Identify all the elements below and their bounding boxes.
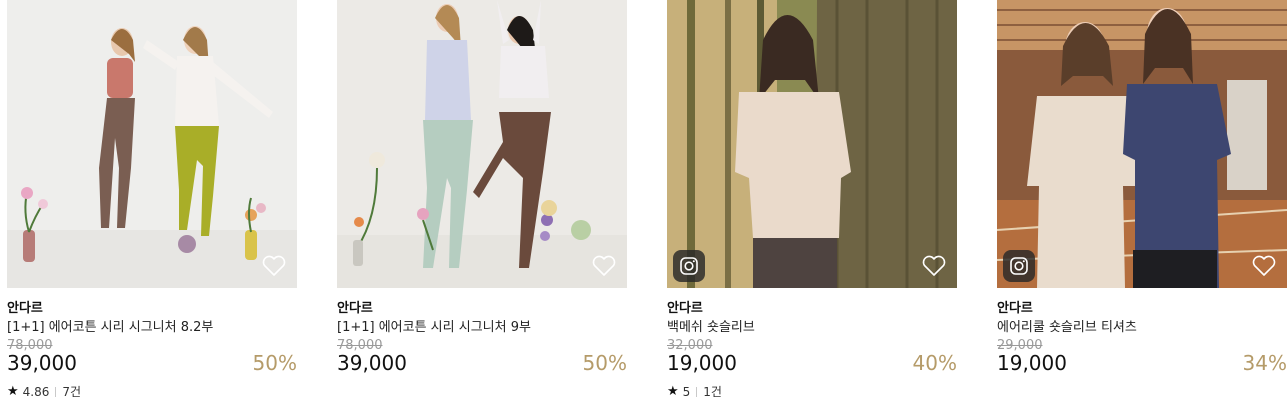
- favorite-heart-icon[interactable]: [591, 254, 617, 278]
- rating-value: 5: [682, 384, 691, 399]
- discount-rate: 50%: [252, 351, 297, 375]
- discount-rate: 50%: [582, 351, 627, 375]
- brand-name[interactable]: 안다르: [7, 297, 43, 316]
- instagram-icon[interactable]: [673, 250, 705, 282]
- product-image[interactable]: [337, 0, 627, 288]
- divider: [696, 386, 698, 397]
- product-image[interactable]: [997, 0, 1287, 288]
- product-card[interactable]: 안다르 에어리쿨 숏슬리브 티셔츠 29,000 19,000 34%: [997, 0, 1287, 408]
- favorite-heart-icon[interactable]: [921, 254, 947, 278]
- discount-rate: 34%: [1242, 351, 1287, 375]
- brand-name[interactable]: 안다르: [997, 297, 1033, 316]
- review-count: 1건: [703, 385, 722, 399]
- sale-price: 19,000: [997, 351, 1067, 375]
- star-icon: ★: [667, 384, 679, 399]
- favorite-heart-icon[interactable]: [261, 254, 287, 278]
- rating-summary: ★ 5 1건: [667, 383, 722, 400]
- product-image[interactable]: [7, 0, 297, 288]
- rating-value: 4.86: [22, 384, 50, 399]
- product-grid: 안다르 [1+1] 에어코튼 시리 시그니처 8.2부 78,000 39,00…: [0, 0, 1288, 408]
- divider: [55, 386, 57, 397]
- product-card[interactable]: 안다르 [1+1] 에어코튼 시리 시그니처 8.2부 78,000 39,00…: [7, 0, 297, 408]
- product-card[interactable]: 안다르 백메쉬 숏슬리브 32,000 19,000 40% ★ 5 1건: [667, 0, 957, 408]
- product-card[interactable]: 안다르 [1+1] 에어코튼 시리 시그니처 9부 78,000 39,000 …: [337, 0, 627, 408]
- sale-price: 39,000: [7, 351, 77, 375]
- product-name[interactable]: [1+1] 에어코튼 시리 시그니처 9부: [337, 316, 531, 335]
- review-count: 7건: [62, 385, 82, 399]
- instagram-icon[interactable]: [1003, 250, 1035, 282]
- product-name[interactable]: 백메쉬 숏슬리브: [667, 316, 755, 335]
- brand-name[interactable]: 안다르: [337, 297, 373, 316]
- product-image[interactable]: [667, 0, 957, 288]
- brand-name[interactable]: 안다르: [667, 297, 703, 316]
- discount-rate: 40%: [912, 351, 957, 375]
- sale-price: 39,000: [337, 351, 407, 375]
- product-name[interactable]: 에어리쿨 숏슬리브 티셔츠: [997, 316, 1137, 335]
- rating-summary: ★ 4.86 7건: [7, 383, 81, 400]
- star-icon: ★: [7, 384, 19, 399]
- favorite-heart-icon[interactable]: [1251, 254, 1277, 278]
- product-name[interactable]: [1+1] 에어코튼 시리 시그니처 8.2부: [7, 316, 213, 335]
- sale-price: 19,000: [667, 351, 737, 375]
